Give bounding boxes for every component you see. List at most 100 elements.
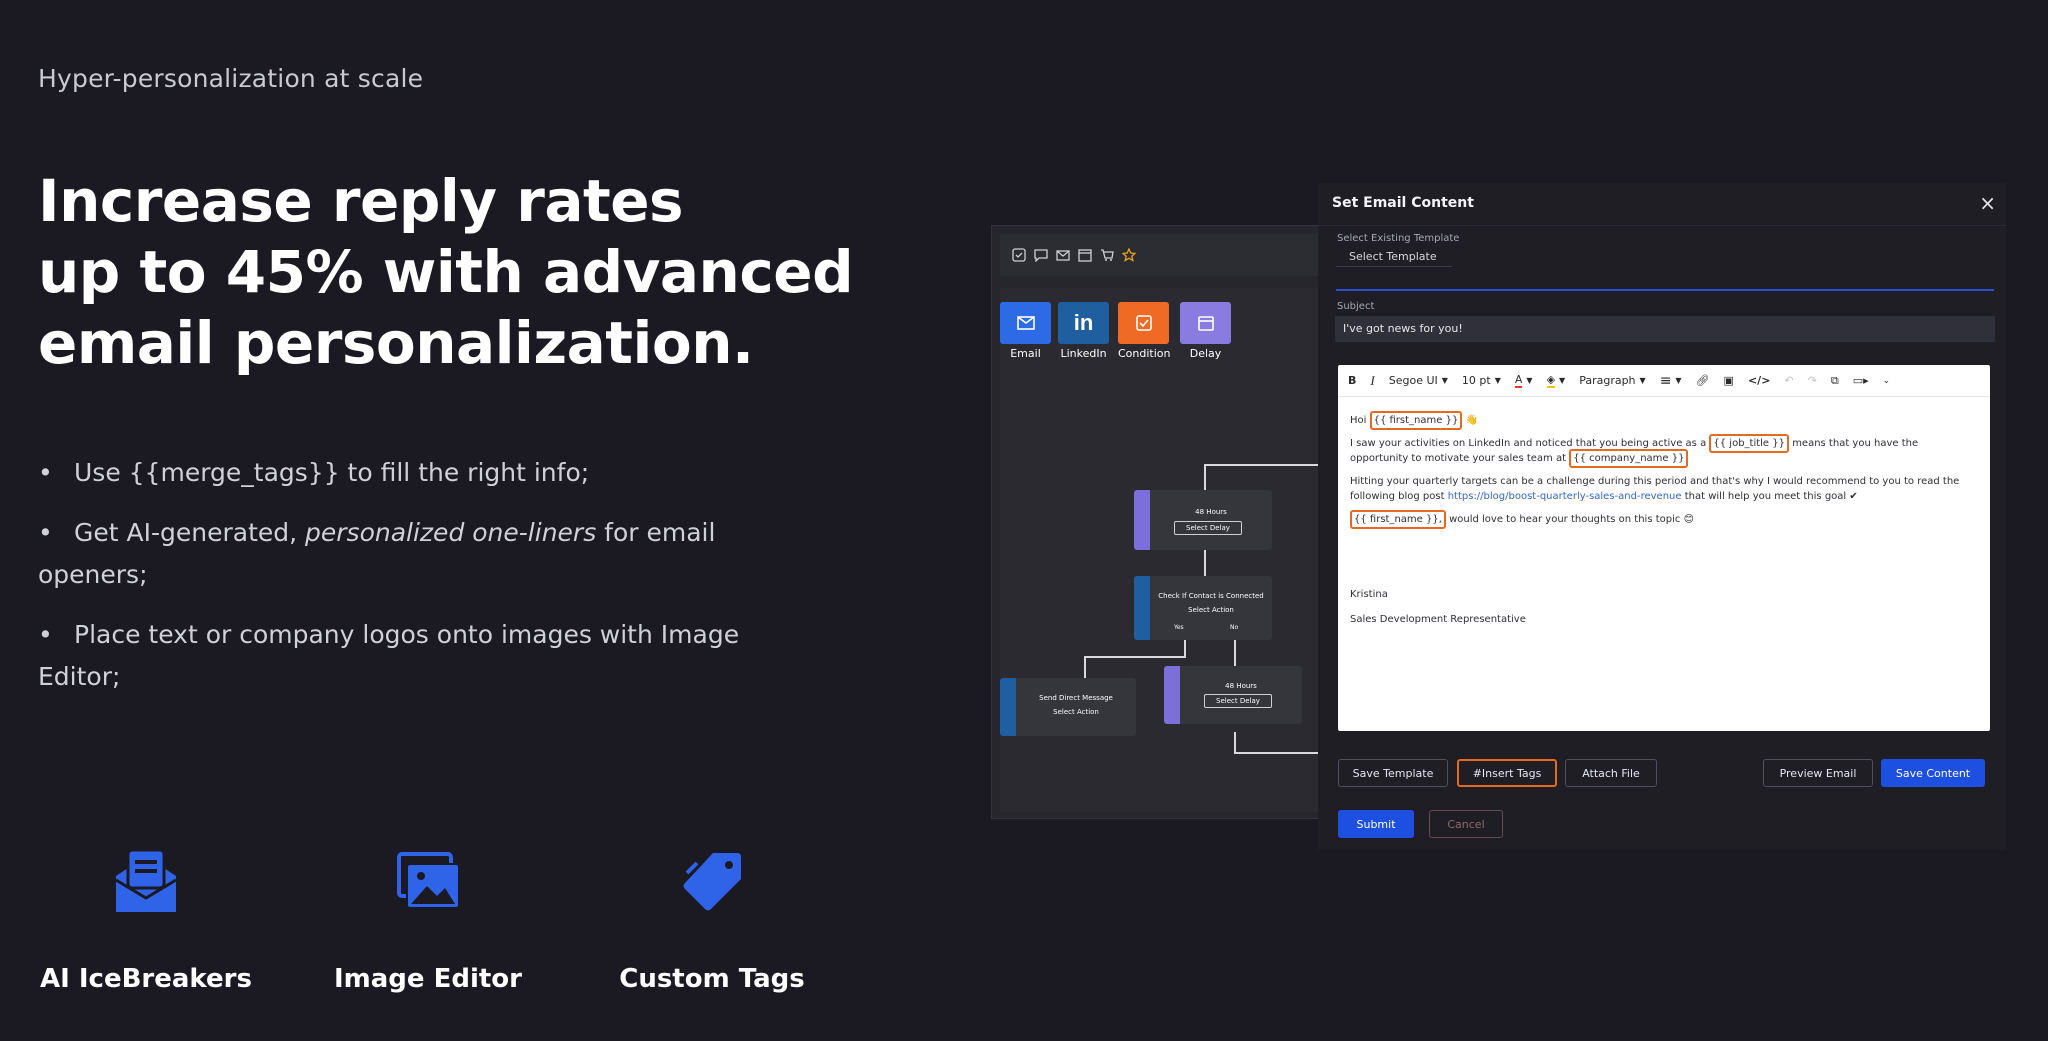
send-message-card[interactable]: Send Direct Message Select Action: [1000, 678, 1136, 736]
divider: [1336, 289, 1994, 291]
connector-line: [1084, 656, 1086, 678]
paragraph-3: {{ first_name }}, would love to hear you…: [1350, 510, 1975, 529]
close-icon[interactable]: ×: [1979, 191, 1996, 215]
workflow-canvas: Email in LinkedIn Condition Delay 48 Hou…: [1000, 288, 1320, 812]
merge-tag[interactable]: {{ company_name }}: [1569, 449, 1689, 468]
editor-toolbar: B I Segoe UI ▼ 10 pt ▼ A ▼ ◈ ▼ Paragraph ▼ ≡ ▼…: [1338, 365, 1990, 397]
font-size-select[interactable]: 10 pt ▼: [1462, 374, 1501, 387]
check-square-icon: [1118, 302, 1169, 344]
align-left-icon[interactable]: ≡ ▼: [1660, 373, 1682, 389]
star-icon[interactable]: [1122, 248, 1136, 262]
chevron-down-icon: ▼: [1494, 376, 1501, 385]
greeting-line: Hoi {{ first_name }} 👋: [1350, 411, 1975, 430]
eyebrow-text: Hyper-personalization at scale: [38, 64, 424, 93]
merge-tag[interactable]: {{ first_name }},: [1350, 510, 1446, 529]
headline-line-1: Increase reply rates: [38, 167, 684, 235]
node-email-button[interactable]: Email: [1000, 302, 1051, 360]
feature-custom-tags: Custom Tags: [602, 840, 822, 994]
feature-label: Image Editor: [333, 964, 522, 994]
connector-line: [1204, 550, 1206, 576]
connector-line: [1184, 640, 1186, 656]
email-editor[interactable]: B I Segoe UI ▼ 10 pt ▼ A ▼ ◈ ▼ Paragraph ▼ ≡ ▼…: [1338, 365, 1990, 731]
attach-file-button[interactable]: Attach File: [1565, 759, 1657, 787]
check-mark-icon: ✔: [1849, 491, 1858, 502]
preview-email-button[interactable]: Preview Email: [1763, 759, 1873, 787]
highlight-color-button[interactable]: ◈ ▼: [1546, 373, 1565, 388]
task-icon[interactable]: [1012, 248, 1026, 262]
chat-icon[interactable]: [1034, 248, 1048, 262]
chevron-down-icon: ▼: [1441, 376, 1448, 385]
video-icon[interactable]: ▭▸: [1853, 374, 1869, 387]
connector-line: [1234, 752, 1320, 754]
smile-icon: 😊: [1683, 514, 1695, 525]
node-condition-button[interactable]: Condition: [1118, 302, 1171, 360]
submit-button[interactable]: Submit: [1338, 810, 1414, 838]
merge-tag[interactable]: {{ first_name }}: [1369, 411, 1463, 430]
chevron-down-icon: ▼: [1639, 376, 1646, 385]
bullet-merge-tags: Use {{merge_tags}} to fill the right inf…: [38, 452, 798, 494]
cart-icon[interactable]: [1100, 248, 1114, 262]
connector-line: [1234, 640, 1236, 666]
mail-icon: [1000, 302, 1051, 344]
copy-icon[interactable]: ⧉: [1831, 374, 1839, 388]
delay-card[interactable]: 48 Hours Select Delay: [1164, 666, 1302, 724]
merge-tag[interactable]: {{ job_title }}: [1709, 434, 1789, 453]
subject-input[interactable]: I've got news for you!: [1335, 316, 1995, 342]
images-icon: [318, 840, 538, 924]
tags-icon: [602, 840, 822, 924]
select-delay-button[interactable]: Select Delay: [1174, 521, 1242, 535]
image-icon[interactable]: ▣: [1724, 374, 1734, 387]
connector-line: [1084, 656, 1186, 658]
delay-card[interactable]: 48 Hours Select Delay: [1134, 490, 1272, 550]
redo-icon[interactable]: ↷: [1808, 374, 1817, 387]
template-select[interactable]: Select Template: [1336, 247, 1452, 267]
block-format-select[interactable]: Paragraph ▼: [1579, 374, 1646, 387]
select-delay-button[interactable]: Select Delay: [1204, 694, 1272, 708]
template-label: Select Existing Template: [1337, 233, 1460, 244]
bullet-one-liners: Get AI-generated, personalized one-liner…: [38, 512, 798, 596]
undo-icon[interactable]: ↶: [1784, 374, 1793, 387]
workflow-builder-panel: Email in LinkedIn Condition Delay 48 Hou…: [991, 225, 1321, 819]
headline-line-2: up to 45% with advanced: [38, 238, 854, 306]
save-content-button[interactable]: Save Content: [1881, 759, 1985, 787]
workflow-toolbar: [1000, 234, 1320, 276]
divider: [1318, 225, 2006, 226]
code-icon[interactable]: </>: [1748, 374, 1770, 387]
signature-title: Sales Development Representative: [1350, 614, 1526, 625]
insert-tags-button[interactable]: #Insert Tags: [1457, 759, 1557, 787]
blog-link[interactable]: https://blog/boost-quarterly-sales-and-r…: [1448, 491, 1682, 502]
envelope-open-icon: [36, 840, 256, 924]
subject-label: Subject: [1337, 301, 1375, 312]
headline-line-3: email personalization.: [38, 309, 754, 377]
chevron-down-icon[interactable]: ⌄: [1883, 376, 1891, 386]
feature-image-editor: Image Editor: [318, 840, 538, 994]
link-icon[interactable]: 🔗︎: [1696, 374, 1710, 387]
waving-hand-icon: 👋: [1465, 415, 1478, 426]
bold-button[interactable]: B: [1348, 374, 1356, 387]
select-action-button[interactable]: Select Action: [1150, 606, 1272, 614]
headline: Increase reply rates up to 45% with adva…: [38, 166, 898, 379]
save-template-button[interactable]: Save Template: [1338, 759, 1448, 787]
email-body[interactable]: Hoi {{ first_name }} 👋 I saw your activi…: [1350, 411, 1975, 635]
italic-button[interactable]: I: [1370, 373, 1374, 389]
signature-name: Kristina: [1350, 589, 1388, 600]
font-family-select[interactable]: Segoe UI ▼: [1389, 374, 1448, 387]
text-color-button[interactable]: A ▼: [1514, 373, 1533, 388]
set-email-content-modal: Set Email Content × Select Existing Temp…: [1318, 183, 2006, 850]
feature-ai-icebreakers: AI IceBreakers: [36, 840, 256, 994]
feature-label: AI IceBreakers: [40, 964, 252, 994]
node-delay-button[interactable]: Delay: [1180, 302, 1231, 360]
node-linkedin-button[interactable]: in LinkedIn: [1058, 302, 1109, 360]
bullet-image-editor: Place text or company logos onto images …: [38, 614, 798, 698]
calendar-icon[interactable]: [1078, 248, 1092, 262]
modal-title: Set Email Content: [1332, 195, 1474, 211]
paragraph-1: I saw your activities on LinkedIn and no…: [1350, 434, 1975, 468]
feature-label: Custom Tags: [619, 964, 805, 994]
cancel-button[interactable]: Cancel: [1429, 810, 1503, 838]
condition-card[interactable]: Check If Contact is Connected Select Act…: [1134, 576, 1272, 640]
feature-bullets: Use {{merge_tags}} to fill the right inf…: [38, 452, 798, 716]
select-action-button[interactable]: Select Action: [1016, 708, 1136, 716]
calendar-icon: [1180, 302, 1231, 344]
mail-icon[interactable]: [1056, 248, 1070, 262]
connector-line: [1234, 732, 1236, 754]
